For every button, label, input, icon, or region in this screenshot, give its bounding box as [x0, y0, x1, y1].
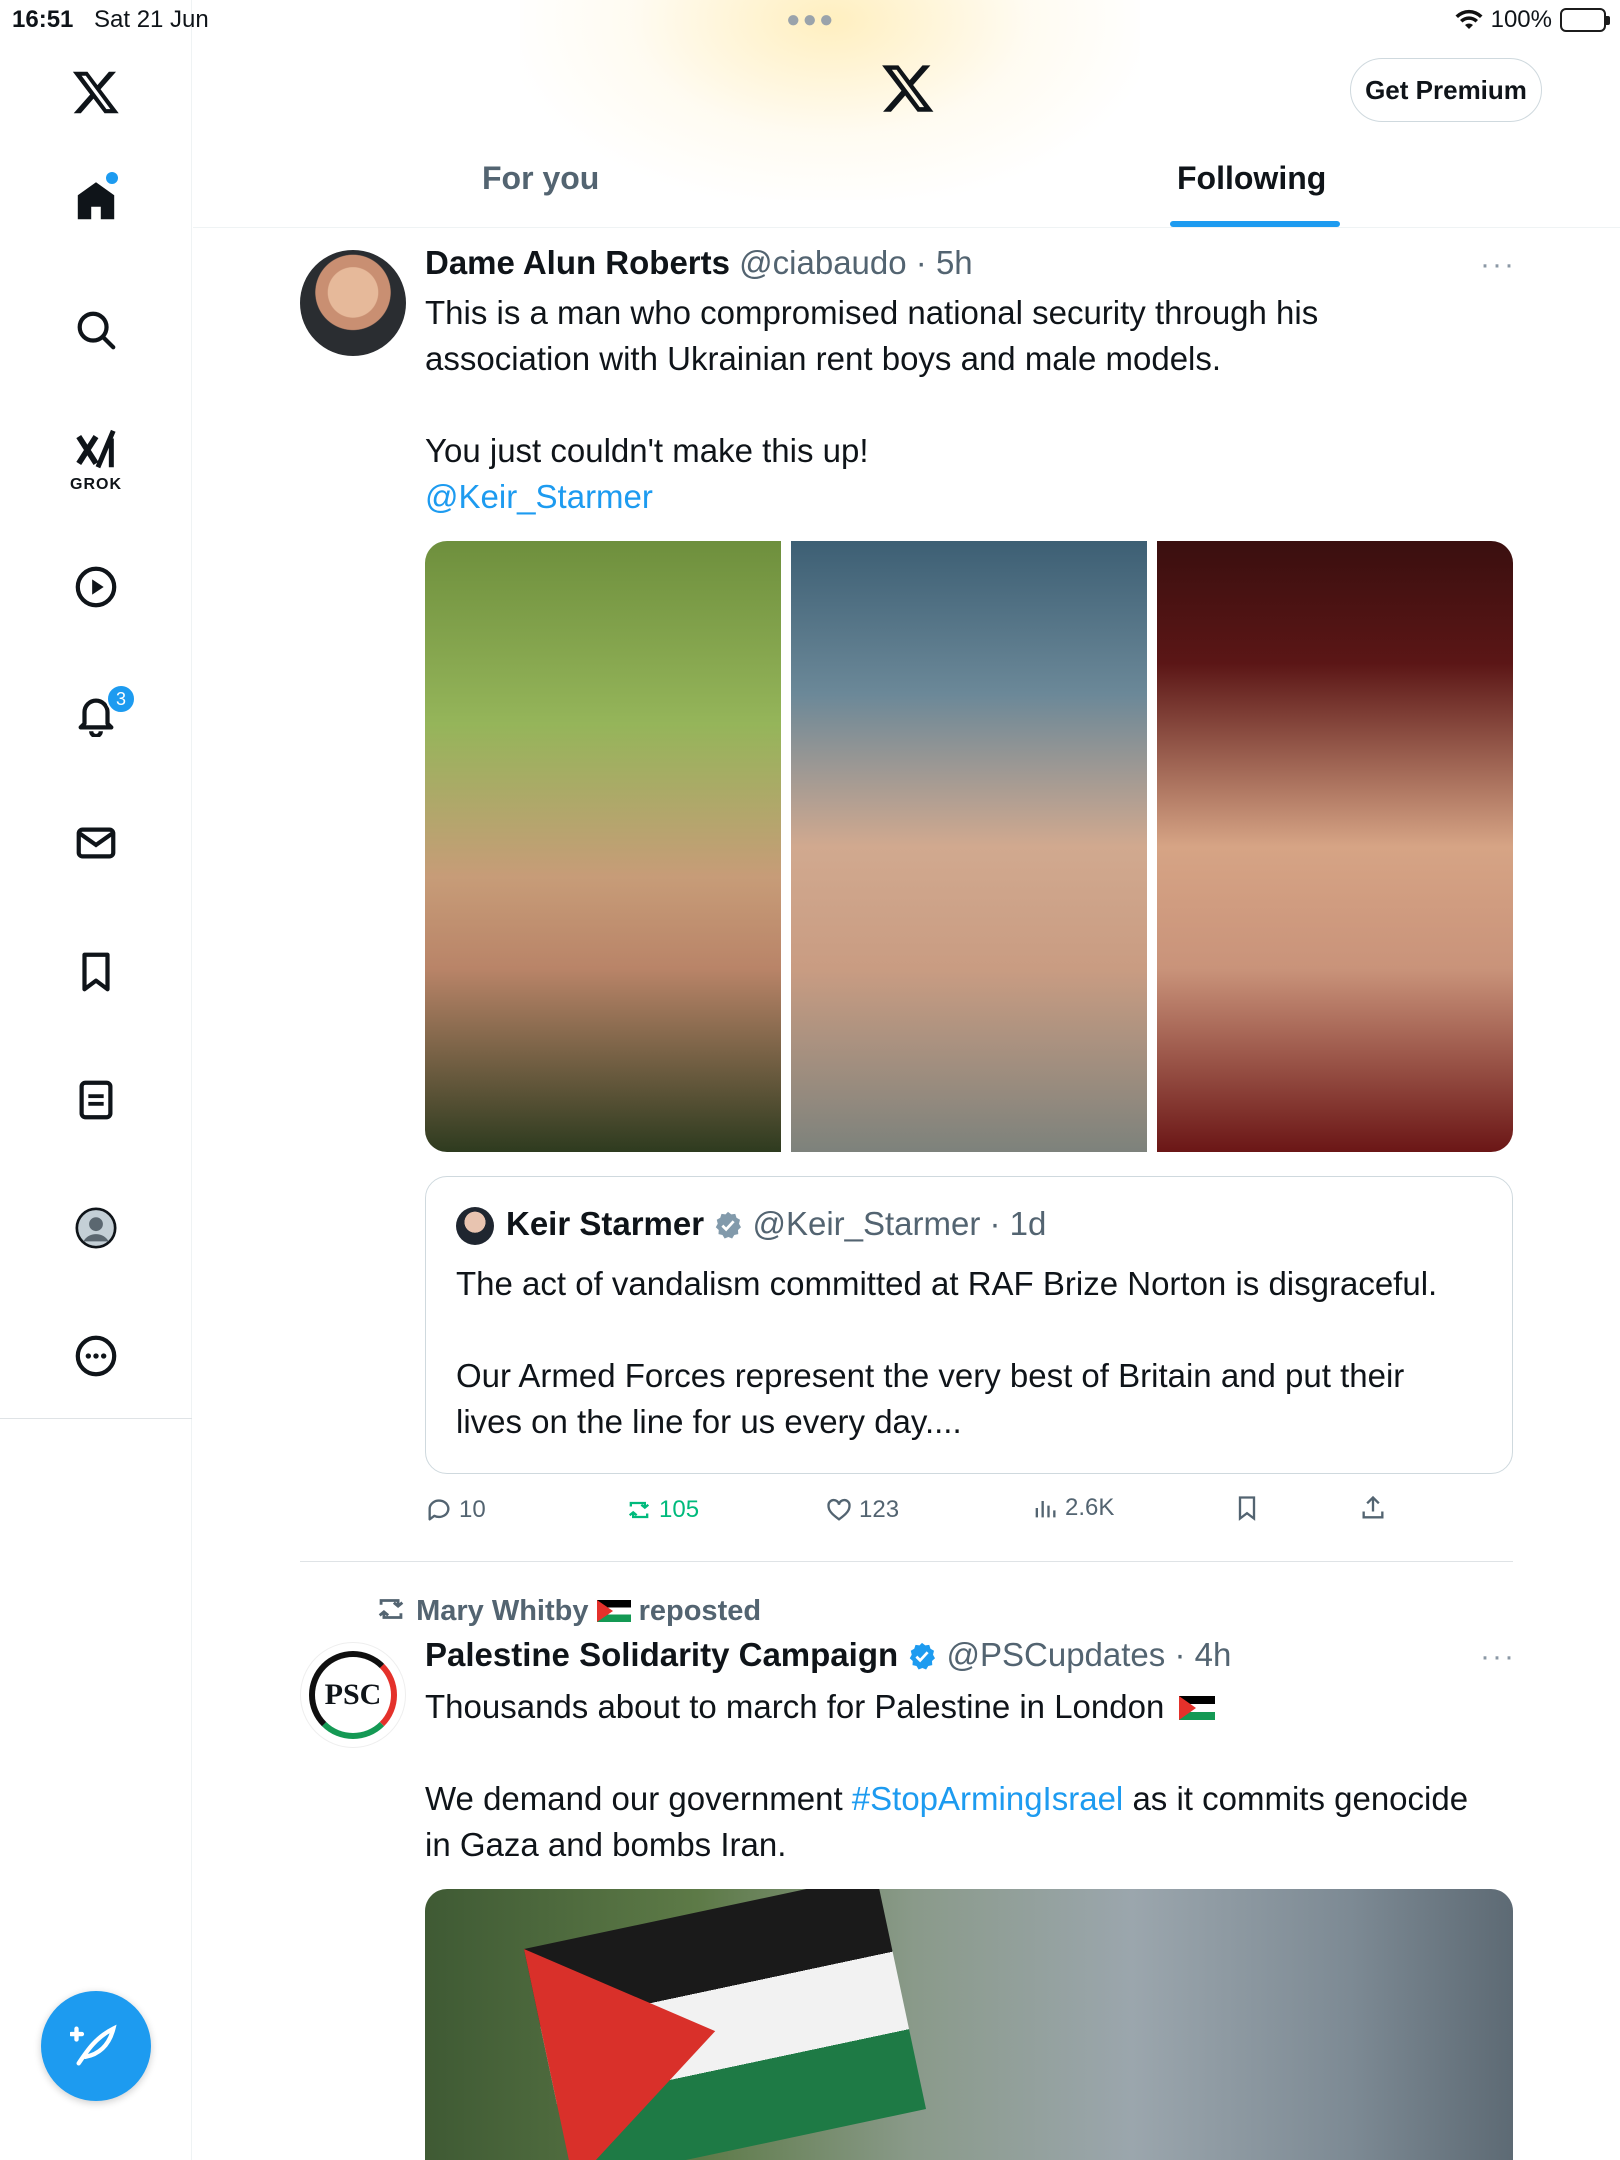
grok-icon[interactable]: [66, 420, 126, 480]
mention-link[interactable]: @Keir_Starmer: [425, 474, 1515, 520]
tweet-media-grid[interactable]: [425, 541, 1513, 1152]
repost-button[interactable]: 105: [625, 1496, 699, 1524]
repost-icon: [378, 1599, 404, 1619]
reply-button[interactable]: 10: [425, 1496, 486, 1524]
quote-author-avatar: [456, 1207, 494, 1245]
palestine-flag-icon: [1179, 1696, 1216, 1720]
active-tab-indicator: [1170, 221, 1340, 227]
author-handle[interactable]: @ciabaudo: [739, 244, 906, 281]
repost-count: 105: [659, 1496, 700, 1523]
repost-context: Mary Whitby reposted: [374, 1592, 761, 1628]
compose-post-button[interactable]: [41, 1991, 151, 2101]
search-icon[interactable]: [66, 300, 126, 360]
palestine-flag-icon: [596, 1600, 631, 1622]
quote-time: 1d: [1009, 1205, 1047, 1242]
grok-label: GROK: [70, 476, 122, 493]
hashtag-link[interactable]: #StopArmingIsrael: [852, 1780, 1123, 1817]
status-date: Sat 21 Jun: [94, 6, 209, 33]
author-handle[interactable]: @PSCupdates: [946, 1636, 1165, 1673]
x-logo-icon[interactable]: [66, 62, 126, 122]
repost-icon: [628, 1501, 650, 1519]
reply-icon: [428, 1499, 450, 1521]
bookmark-button[interactable]: [1233, 1494, 1261, 1522]
views-count: 2.6K: [1065, 1494, 1115, 1521]
quote-author-name: Keir Starmer: [506, 1205, 705, 1242]
reposted-label: reposted: [638, 1595, 762, 1627]
quoted-tweet[interactable]: Keir Starmer @Keir_Starmer · 1d The act …: [425, 1176, 1513, 1474]
more-options-icon[interactable]: [66, 1326, 126, 1386]
tweet-text: This is a man who compromised national s…: [425, 290, 1515, 520]
reply-count: 10: [459, 1496, 486, 1523]
tweet-time[interactable]: 5h: [936, 244, 973, 281]
media-image[interactable]: [425, 541, 781, 1152]
reposter-name[interactable]: Mary Whitby: [416, 1595, 588, 1627]
like-count: 123: [859, 1496, 900, 1523]
tweet-media-image[interactable]: [425, 1889, 1513, 2160]
multitasking-dots-icon[interactable]: ●●●: [786, 6, 836, 34]
like-button[interactable]: 123: [825, 1496, 899, 1524]
views-button[interactable]: 2.6K: [1031, 1494, 1114, 1522]
x-logo-icon[interactable]: [880, 60, 936, 116]
bookmark-icon: [1238, 1496, 1256, 1521]
heart-icon: [827, 1498, 851, 1521]
wifi-icon: [1455, 9, 1483, 29]
views-chart-icon: [1035, 1501, 1056, 1518]
tab-for-you[interactable]: For you: [482, 160, 599, 197]
quote-text: The act of vandalism committed at RAF Br…: [456, 1265, 1438, 1440]
tweet-more-icon[interactable]: ···: [1480, 1640, 1516, 1674]
author-avatar[interactable]: PSC: [300, 1642, 406, 1748]
tweet-more-icon[interactable]: ···: [1480, 248, 1516, 282]
sidebar-divider: [0, 1418, 192, 1419]
tweet-text: Thousands about to march for Palestine i…: [425, 1688, 1469, 1863]
author-avatar[interactable]: [300, 250, 406, 356]
share-upload-icon: [1362, 1495, 1384, 1519]
verified-badge-icon: [910, 1642, 936, 1670]
lists-icon[interactable]: [66, 1070, 126, 1130]
tweet-separator: [300, 1561, 1513, 1562]
bookmarks-icon[interactable]: [66, 942, 126, 1002]
get-premium-button[interactable]: Get Premium: [1350, 58, 1542, 122]
battery-icon: [1560, 8, 1610, 32]
author-name[interactable]: Palestine Solidarity Campaign: [425, 1636, 898, 1673]
compose-feather-icon: [70, 2024, 117, 2066]
messages-envelope-icon[interactable]: [66, 813, 126, 873]
status-bar: 16:51 Sat 21 Jun ●●● 100%: [0, 0, 1620, 40]
quote-author-handle: @Keir_Starmer: [752, 1205, 981, 1242]
tab-following[interactable]: Following: [1177, 160, 1326, 197]
profile-avatar-icon[interactable]: [66, 1198, 126, 1258]
media-image[interactable]: [791, 541, 1147, 1152]
media-image[interactable]: [1157, 541, 1513, 1152]
flag-in-photo: [523, 1889, 927, 2160]
status-time: 16:51: [12, 6, 74, 33]
tweet-time[interactable]: 4h: [1195, 1636, 1232, 1673]
psc-logo: PSC: [309, 1651, 397, 1739]
verified-badge-icon: [716, 1211, 742, 1239]
tweet-actions: 10 105 123 2.6K: [425, 1494, 1425, 1534]
sidebar: GROK 3: [0, 0, 192, 2160]
notifications-badge: 3: [106, 684, 136, 714]
video-play-icon[interactable]: [66, 557, 126, 617]
share-button[interactable]: [1359, 1494, 1387, 1522]
battery-percent: 100%: [1490, 6, 1552, 33]
author-name[interactable]: Dame Alun Roberts: [425, 244, 730, 281]
home-unread-dot: [106, 172, 118, 184]
